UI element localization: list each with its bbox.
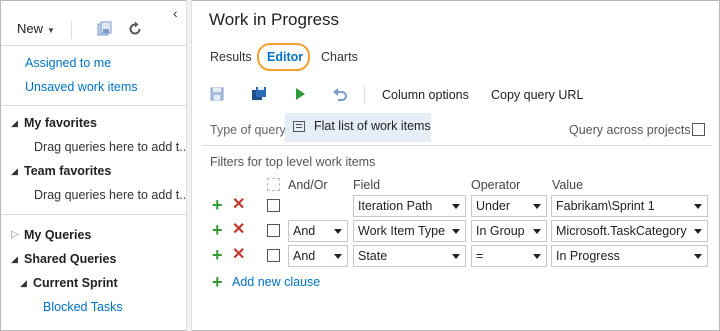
operator-value: Under [476, 199, 511, 213]
flat-list-icon [293, 121, 305, 132]
page-title: Work in Progress [209, 10, 340, 29]
new-label: New [17, 21, 44, 36]
and-or-value: And [293, 224, 316, 238]
blocked-tasks-query[interactable]: Blocked Tasks [43, 300, 123, 314]
sidebar-separator [1, 214, 186, 215]
delete-clause-icon[interactable]: ✕ [232, 195, 245, 215]
dropdown-arrow-icon [533, 254, 541, 259]
operator-select[interactable]: = [471, 245, 547, 267]
operator-value: In Group [476, 224, 525, 238]
clause-row: + ✕ And Work Item Type In Group Microsof… [192, 220, 719, 242]
clause-checkbox[interactable] [267, 249, 280, 262]
field-select[interactable]: Iteration Path [353, 195, 466, 217]
operator-select[interactable]: In Group [471, 220, 547, 242]
unsaved-work-items-link[interactable]: Unsaved work items [25, 80, 138, 94]
insert-clause-icon[interactable]: + [212, 220, 223, 240]
my-queries-node[interactable]: My Queries [24, 228, 91, 242]
add-clause-icon[interactable]: + [212, 272, 223, 292]
sidebar-separator [1, 105, 186, 106]
undo-icon[interactable] [332, 86, 348, 102]
tab-charts[interactable]: Charts [321, 50, 358, 64]
dropdown-arrow-icon [694, 204, 702, 209]
operator-select[interactable]: Under [471, 195, 547, 217]
main-pane: Work in Progress Results Editor Charts C… [192, 0, 719, 331]
tab-results[interactable]: Results [210, 50, 252, 64]
field-value: Iteration Path [358, 199, 433, 213]
my-favorites-heading[interactable]: My favorites [24, 116, 97, 130]
dropdown-arrow-icon [452, 229, 460, 234]
group-clauses-icon[interactable] [267, 178, 280, 191]
current-sprint-node[interactable]: Current Sprint [33, 276, 118, 290]
editor-tab-highlight [257, 43, 310, 71]
save-all-icon[interactable] [97, 21, 113, 37]
delete-clause-icon[interactable]: ✕ [232, 245, 245, 265]
value-select[interactable]: Microsoft.TaskCategory [551, 220, 708, 242]
expanded-triangle-icon[interactable]: ◢ [11, 118, 18, 129]
query-across-projects-label: Query across projects [569, 123, 691, 137]
field-value: State [358, 249, 388, 263]
query-across-projects-checkbox[interactable] [692, 123, 705, 136]
column-options-button[interactable]: Column options [382, 88, 469, 102]
dropdown-arrow-icon [533, 204, 541, 209]
clause-checkbox[interactable] [267, 224, 280, 237]
shared-queries-node[interactable]: Shared Queries [24, 252, 116, 266]
collapse-sidebar-icon[interactable]: ‹ [173, 5, 178, 21]
dropdown-arrow-icon [334, 254, 342, 259]
insert-clause-icon[interactable]: + [212, 195, 223, 215]
dropdown-arrow-icon [533, 229, 541, 234]
toolbar-divider [71, 21, 72, 39]
type-of-query-value: Flat list of work items [314, 119, 431, 133]
insert-clause-icon[interactable]: + [212, 245, 223, 265]
clause-row: + ✕ And State = In Progress [192, 245, 719, 267]
my-favorites-hint: Drag queries here to add t... [34, 140, 190, 154]
type-of-query-dropdown[interactable]: Flat list of work items [285, 113, 431, 142]
value-column-header: Value [552, 178, 584, 192]
new-query-button[interactable]: New ▼ [17, 21, 55, 36]
filters-label: Filters for top level work items [210, 155, 376, 169]
and-or-select[interactable]: And [288, 220, 348, 242]
field-select[interactable]: Work Item Type [353, 220, 466, 242]
sidebar: ‹ New ▼ Assigned to me Unsaved work items… [1, 1, 190, 330]
field-select[interactable]: State [353, 245, 466, 267]
assigned-to-me-link[interactable]: Assigned to me [25, 56, 111, 70]
sidebar-separator [1, 45, 186, 46]
dropdown-arrow-icon [694, 254, 702, 259]
expanded-triangle-icon[interactable]: ◢ [11, 254, 18, 265]
clause-checkbox[interactable] [267, 199, 280, 212]
value-value: Microsoft.TaskCategory [556, 224, 687, 238]
delete-clause-icon[interactable]: ✕ [232, 220, 245, 240]
team-favorites-heading[interactable]: Team favorites [24, 164, 111, 178]
operator-value: = [476, 249, 484, 263]
team-favorites-hint: Drag queries here to add t... [34, 188, 190, 202]
dropdown-arrow-icon [452, 254, 460, 259]
expanded-triangle-icon[interactable]: ◢ [11, 166, 18, 177]
field-value: Work Item Type [358, 224, 446, 238]
save-query-icon[interactable] [209, 86, 225, 102]
operator-column-header: Operator [471, 178, 521, 192]
dropdown-arrow-icon [452, 204, 460, 209]
and-or-column-header: And/Or [288, 178, 328, 192]
run-query-icon[interactable] [292, 86, 308, 102]
chevron-down-icon: ▼ [47, 26, 55, 35]
section-separator [202, 145, 712, 146]
dropdown-arrow-icon [694, 229, 702, 234]
field-column-header: Field [353, 178, 381, 192]
clause-row: + ✕ Iteration Path Under Fabrikam\Sprint… [192, 195, 719, 217]
dropdown-arrow-icon [334, 229, 342, 234]
refresh-icon[interactable] [127, 21, 143, 37]
add-new-clause-link[interactable]: Add new clause [232, 275, 320, 289]
value-value: In Progress [556, 249, 620, 263]
value-value: Fabrikam\Sprint 1 [556, 199, 655, 213]
collapsed-triangle-icon[interactable]: ▷ [11, 229, 19, 240]
toolbar-divider [364, 86, 365, 104]
expanded-triangle-icon[interactable]: ◢ [20, 278, 27, 289]
and-or-select[interactable]: And [288, 245, 348, 267]
value-select[interactable]: In Progress [551, 245, 708, 267]
value-select[interactable]: Fabrikam\Sprint 1 [551, 195, 708, 217]
copy-query-url-button[interactable]: Copy query URL [491, 88, 583, 102]
save-as-icon[interactable] [251, 86, 267, 102]
type-of-query-label: Type of query [210, 123, 286, 137]
and-or-value: And [293, 249, 316, 263]
